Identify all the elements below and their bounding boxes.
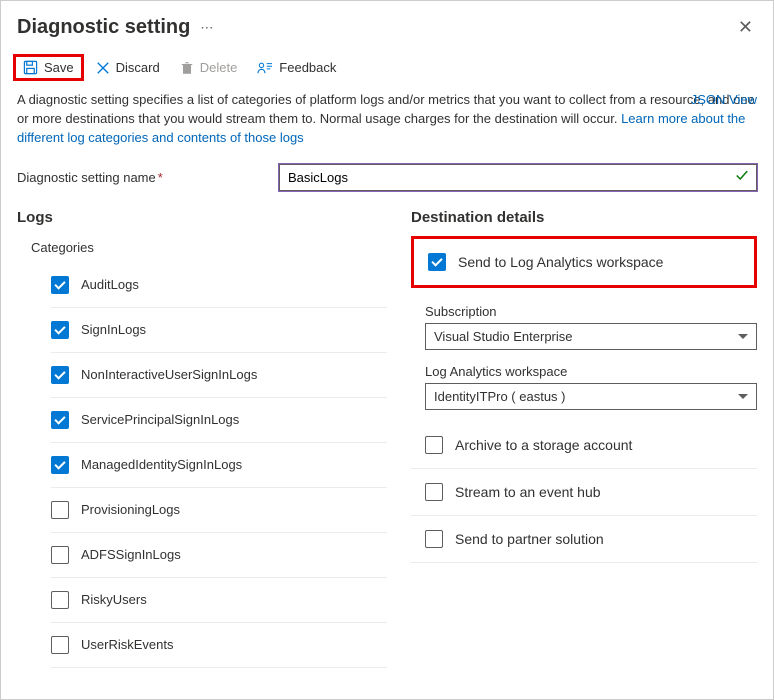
logs-title: Logs (17, 205, 387, 236)
setting-name-input[interactable] (279, 164, 757, 191)
category-item: UserRiskEvents (51, 623, 387, 668)
feedback-button[interactable]: Feedback (249, 55, 344, 80)
category-checkbox[interactable] (51, 501, 69, 519)
save-label: Save (44, 60, 74, 75)
discard-icon (96, 61, 110, 75)
category-item: ProvisioningLogs (51, 488, 387, 533)
chevron-down-icon (738, 394, 748, 399)
category-item: ADFSSignInLogs (51, 533, 387, 578)
category-item: RiskyUsers (51, 578, 387, 623)
category-label: ManagedIdentitySignInLogs (81, 457, 242, 472)
delete-icon (180, 61, 194, 75)
delete-button: Delete (172, 55, 246, 80)
category-label: SignInLogs (81, 322, 146, 337)
category-checkbox[interactable] (51, 456, 69, 474)
category-checkbox[interactable] (51, 636, 69, 654)
destination-config: Subscription Visual Studio Enterprise Lo… (411, 292, 757, 422)
workspace-select[interactable]: IdentityITPro ( eastus ) (425, 383, 757, 410)
category-label: AuditLogs (81, 277, 139, 292)
subscription-value: Visual Studio Enterprise (434, 329, 573, 344)
destination-label: Stream to an event hub (455, 484, 601, 500)
workspace-label: Log Analytics workspace (425, 358, 757, 383)
category-label: ServicePrincipalSignInLogs (81, 412, 239, 427)
destination-item: Send to partner solution (411, 516, 757, 563)
category-label: NonInteractiveUserSignInLogs (81, 367, 257, 382)
json-view-link[interactable]: JSON View (691, 91, 757, 110)
category-checkbox[interactable] (51, 591, 69, 609)
close-icon[interactable]: ✕ (734, 13, 757, 42)
feedback-icon (257, 61, 273, 75)
category-label: RiskyUsers (81, 592, 147, 607)
workspace-value: IdentityITPro ( eastus ) (434, 389, 566, 404)
category-item: ServicePrincipalSignInLogs (51, 398, 387, 443)
save-button[interactable]: Save (13, 54, 84, 81)
destination-item: Send to Log Analytics workspace (411, 236, 757, 288)
destination-item: Stream to an event hub (411, 469, 757, 516)
destination-label: Archive to a storage account (455, 437, 632, 453)
chevron-down-icon (738, 334, 748, 339)
category-item: ManagedIdentitySignInLogs (51, 443, 387, 488)
category-item: NonInteractiveUserSignInLogs (51, 353, 387, 398)
page-title: Diagnostic setting (17, 16, 190, 39)
description-text: A diagnostic setting specifies a list of… (1, 91, 773, 156)
destination-checkbox[interactable] (425, 483, 443, 501)
category-checkbox[interactable] (51, 366, 69, 384)
subscription-label: Subscription (425, 298, 757, 323)
setting-name-label: Diagnostic setting name* (17, 170, 267, 185)
category-checkbox[interactable] (51, 276, 69, 294)
category-item: AuditLogs (51, 263, 387, 308)
destination-checkbox[interactable] (428, 253, 446, 271)
destination-title: Destination details (411, 205, 757, 236)
destination-label: Send to Log Analytics workspace (458, 254, 663, 270)
category-label: ProvisioningLogs (81, 502, 180, 517)
feedback-label: Feedback (279, 60, 336, 75)
toolbar: Save Discard Delete Feedback (1, 50, 773, 91)
discard-label: Discard (116, 60, 160, 75)
destination-item: Archive to a storage account (411, 422, 757, 469)
valid-check-icon (735, 169, 749, 186)
category-label: ADFSSignInLogs (81, 547, 181, 562)
category-item: SignInLogs (51, 308, 387, 353)
required-star: * (158, 170, 163, 185)
subscription-select[interactable]: Visual Studio Enterprise (425, 323, 757, 350)
destination-checkbox[interactable] (425, 436, 443, 454)
save-icon (23, 60, 38, 75)
categories-label: Categories (17, 236, 387, 263)
discard-button[interactable]: Discard (88, 55, 168, 80)
category-checkbox[interactable] (51, 321, 69, 339)
category-checkbox[interactable] (51, 546, 69, 564)
more-icon[interactable]: ⋯ (200, 20, 213, 36)
destination-label: Send to partner solution (455, 531, 604, 547)
delete-label: Delete (200, 60, 238, 75)
category-checkbox[interactable] (51, 411, 69, 429)
category-label: UserRiskEvents (81, 637, 173, 652)
destination-checkbox[interactable] (425, 530, 443, 548)
